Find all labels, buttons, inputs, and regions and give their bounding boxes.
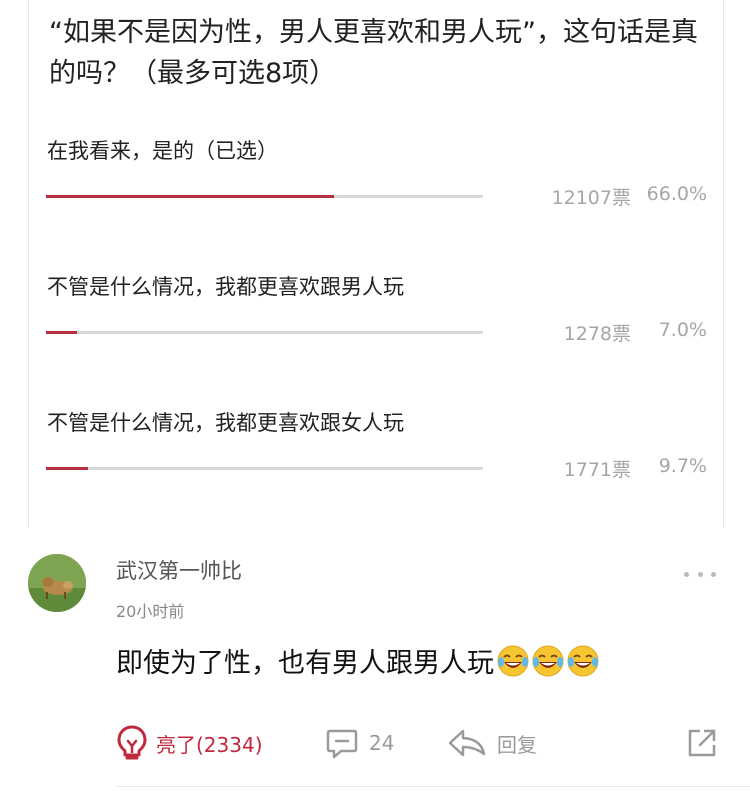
poll-vote-count: 1278票 (563, 323, 631, 345)
poll-progress-track (46, 195, 483, 198)
reply-count-button[interactable]: 24 (325, 718, 394, 768)
poll-percent: 7.0% (658, 319, 707, 341)
comment-text: 即使为了性，也有男人跟男人玩 (116, 648, 494, 679)
share-icon (688, 729, 716, 757)
more-options-icon[interactable] (684, 566, 716, 582)
poll-progress-fill (46, 467, 89, 470)
share-button[interactable] (686, 718, 718, 768)
comment-username[interactable]: 武汉第一帅比 (116, 555, 242, 585)
laugh-cry-emoji (567, 645, 599, 676)
poll-option-label: 不管是什么情况，我都更喜欢跟女人玩 (47, 411, 404, 435)
poll-progress-fill (46, 195, 335, 198)
emoji-group (496, 644, 600, 678)
comment-timestamp: 20小时前 (116, 602, 185, 621)
reply-label: 回复 (497, 732, 537, 757)
poll-question: “如果不是因为性，男人更喜欢和男人玩”，这句话是真的吗？（最多可选8项） (49, 17, 698, 89)
reply-count: 24 (369, 731, 395, 755)
poll-option[interactable]: 在我看来，是的（已选） 12107票 66.0% (29, 136, 723, 272)
lightbulb-icon (117, 725, 147, 760)
light-count-label: 亮了(2334) (156, 732, 263, 757)
poll-vote-count: 1771票 (563, 459, 631, 481)
laugh-cry-emoji (532, 645, 564, 676)
poll-progress-track (46, 331, 483, 334)
laugh-cry-emoji (497, 645, 529, 676)
poll-progress-track (46, 467, 483, 470)
poll-percent: 66.0% (646, 183, 707, 205)
comment-body: 即使为了性，也有男人跟男人玩 (116, 641, 600, 680)
avatar-image (28, 554, 86, 612)
poll-option-label: 不管是什么情况，我都更喜欢跟男人玩 (47, 275, 404, 299)
poll-progress-fill (46, 331, 77, 334)
comment-bubble-icon (326, 729, 358, 759)
divider (116, 786, 750, 787)
avatar[interactable] (28, 554, 86, 612)
reply-arrow-icon (448, 729, 486, 757)
poll-option[interactable]: 不管是什么情况，我都更喜欢跟男人玩 1278票 7.0% (29, 272, 723, 408)
reply-button[interactable]: 回复 (447, 718, 537, 768)
poll-percent: 9.7% (658, 455, 707, 477)
light-button[interactable]: 亮了(2334) (116, 718, 263, 768)
poll-option-label: 在我看来，是的（已选） (47, 139, 278, 163)
comment-actions: 亮了(2334) 24 回复 (0, 718, 750, 768)
poll-vote-count: 12107票 (551, 187, 631, 209)
poll-option[interactable]: 不管是什么情况，我都更喜欢跟女人玩 1771票 9.7% (29, 408, 723, 544)
poll-card: “如果不是因为性，男人更喜欢和男人玩”，这句话是真的吗？（最多可选8项） 在我看… (28, 0, 724, 528)
comment-item: 武汉第一帅比 20小时前 即使为了性，也有男人跟男人玩 亮了(2334) 24 … (0, 528, 750, 791)
